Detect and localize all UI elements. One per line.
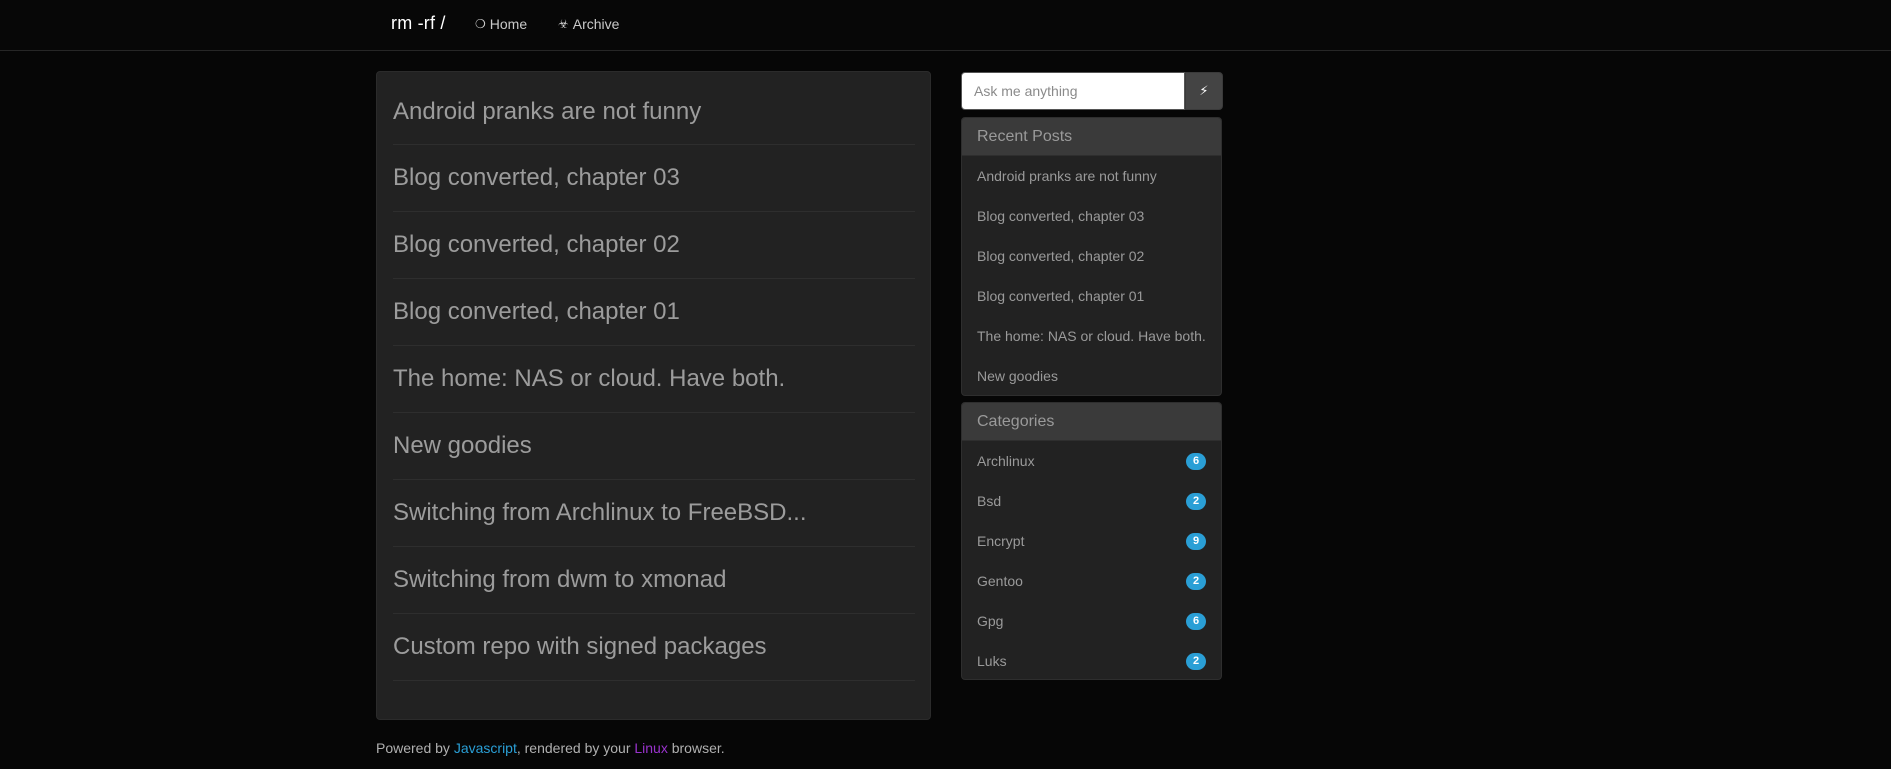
- search-button[interactable]: ⚡: [1185, 72, 1223, 110]
- recent-post-link[interactable]: Blog converted, chapter 02: [962, 236, 1221, 276]
- nav-archive-link[interactable]: ☣ Archive: [558, 16, 619, 32]
- nav-archive-label: Archive: [572, 16, 620, 32]
- post-title-link[interactable]: Custom repo with signed packages: [393, 614, 915, 681]
- category-link[interactable]: Gpg 6: [962, 601, 1221, 641]
- category-name: Gentoo: [977, 573, 1023, 589]
- post-title-link[interactable]: Switching from dwm to xmonad: [393, 547, 915, 614]
- search-form: ⚡: [961, 72, 1223, 110]
- category-count-badge: 9: [1186, 532, 1206, 550]
- category-count-badge: 6: [1186, 452, 1206, 470]
- category-count-badge: 6: [1186, 612, 1206, 630]
- post-title-link[interactable]: The home: NAS or cloud. Have both.: [393, 346, 915, 413]
- footer-text: Powered by: [376, 740, 454, 756]
- category-name: Luks: [977, 653, 1007, 669]
- post-list-panel: Android pranks are not funny Blog conver…: [376, 71, 931, 720]
- category-name: Archlinux: [977, 453, 1035, 469]
- categories-heading: Categories: [962, 403, 1221, 441]
- category-name: Gpg: [977, 613, 1004, 629]
- category-count-badge: 2: [1186, 572, 1206, 590]
- search-input[interactable]: [961, 72, 1185, 110]
- recent-post-link[interactable]: The home: NAS or cloud. Have both.: [962, 316, 1221, 356]
- recent-posts-heading: Recent Posts: [962, 118, 1221, 156]
- post-title-link[interactable]: Android pranks are not funny: [393, 72, 915, 145]
- javascript-link[interactable]: Javascript: [454, 740, 517, 756]
- top-navbar: rm -rf / ❍ Home ☣ Archive: [0, 0, 1891, 51]
- category-count-badge: 2: [1186, 652, 1206, 670]
- linux-link[interactable]: Linux: [634, 740, 667, 756]
- category-link[interactable]: Encrypt 9: [962, 521, 1221, 561]
- nav-home-link[interactable]: ❍ Home: [475, 16, 527, 32]
- circle-icon: ❍: [475, 17, 486, 31]
- category-count-badge: 2: [1186, 492, 1206, 510]
- page-footer: Powered by Javascript, rendered by your …: [376, 740, 725, 756]
- recent-post-link[interactable]: Android pranks are not funny: [962, 156, 1221, 196]
- post-title-link[interactable]: Blog converted, chapter 01: [393, 279, 915, 346]
- category-link[interactable]: Gentoo 2: [962, 561, 1221, 601]
- recent-posts-panel: Recent Posts Android pranks are not funn…: [961, 117, 1222, 396]
- category-link[interactable]: Luks 2: [962, 641, 1221, 679]
- biohazard-icon: ☣: [558, 17, 569, 31]
- brand-link[interactable]: rm -rf /: [391, 13, 446, 34]
- categories-panel: Categories Archlinux 6 Bsd 2 Encrypt 9 G…: [961, 402, 1222, 680]
- category-name: Encrypt: [977, 533, 1025, 549]
- post-title-link[interactable]: Blog converted, chapter 03: [393, 145, 915, 212]
- recent-post-link[interactable]: Blog converted, chapter 01: [962, 276, 1221, 316]
- recent-post-link[interactable]: Blog converted, chapter 03: [962, 196, 1221, 236]
- lightning-icon: ⚡: [1199, 83, 1209, 98]
- category-link[interactable]: Bsd 2: [962, 481, 1221, 521]
- post-title-link[interactable]: New goodies: [393, 413, 915, 480]
- footer-text: , rendered by your: [516, 740, 635, 756]
- recent-post-link[interactable]: New goodies: [962, 356, 1221, 395]
- post-title-link[interactable]: Blog converted, chapter 02: [393, 212, 915, 279]
- nav-home-label: Home: [489, 16, 528, 32]
- category-name: Bsd: [977, 493, 1002, 509]
- post-title-link[interactable]: Switching from Archlinux to FreeBSD...: [393, 480, 915, 547]
- category-link[interactable]: Archlinux 6: [962, 441, 1221, 481]
- footer-text: browser.: [667, 740, 725, 756]
